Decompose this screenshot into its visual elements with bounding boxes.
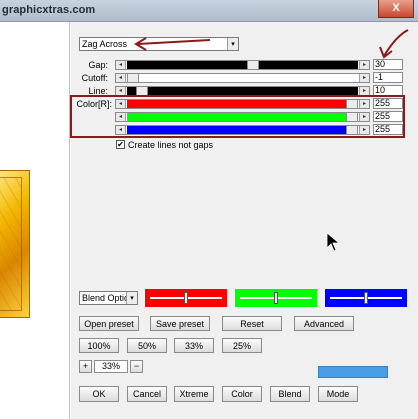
gap-label: Gap: [88, 60, 108, 70]
blue-slider-fill [127, 126, 358, 134]
cutoff-value-field[interactable]: -1 [373, 72, 403, 83]
green-slider[interactable]: ◂ ▸ [115, 112, 370, 122]
slider-left-arrow-icon[interactable]: ◂ [116, 100, 126, 108]
slider-right-arrow-icon[interactable]: ▸ [359, 126, 369, 134]
slider-left-arrow-icon[interactable]: ◂ [116, 61, 126, 69]
open-preset-button[interactable]: Open preset [79, 316, 139, 331]
preview-pane[interactable] [0, 22, 70, 419]
color-r-label: Color[R]: [76, 99, 112, 109]
line-slider-fill [127, 87, 358, 95]
mode-select[interactable]: Zag Across ▾ [79, 37, 239, 51]
create-lines-label: Create lines not gaps [128, 140, 214, 150]
swatch-thumb[interactable] [184, 292, 188, 304]
mode-button[interactable]: Mode [318, 386, 358, 402]
green-slider-thumb[interactable] [346, 112, 358, 122]
gap-slider-thumb[interactable] [247, 60, 260, 70]
preview-image [0, 170, 30, 318]
window-title: graphicxtras.com [2, 4, 96, 16]
reset-button[interactable]: Reset [222, 316, 282, 331]
xtreme-button[interactable]: Xtreme [174, 386, 214, 402]
swatch-thumb[interactable] [274, 292, 278, 304]
slider-right-arrow-icon[interactable]: ▸ [359, 87, 369, 95]
green-slider-fill [127, 113, 358, 121]
cutoff-slider-thumb[interactable] [127, 73, 139, 83]
cancel-button[interactable]: Cancel [127, 386, 167, 402]
cutoff-slider[interactable]: ◂ ▸ [115, 73, 370, 83]
green-value-field[interactable]: 255 [373, 111, 403, 122]
blue-slider-thumb[interactable] [346, 125, 358, 135]
mode-select-value: Zag Across [82, 39, 128, 49]
blend-select-value: Blend Optio [82, 293, 130, 303]
create-lines-checkbox[interactable]: ✔ [116, 140, 125, 149]
close-button[interactable]: X [378, 0, 414, 18]
preview-pattern [0, 177, 22, 311]
chevron-down-icon: ▾ [126, 292, 137, 304]
slider-right-arrow-icon[interactable]: ▸ [359, 61, 369, 69]
red-value-field[interactable]: 255 [373, 98, 403, 109]
zoom-level-field[interactable]: 33% [94, 360, 128, 373]
gap-slider[interactable]: ◂ ▸ [115, 60, 370, 70]
mouse-pointer-icon [326, 232, 340, 252]
slider-left-arrow-icon[interactable]: ◂ [116, 87, 126, 95]
slider-left-arrow-icon[interactable]: ◂ [116, 113, 126, 121]
red-slider-thumb[interactable] [346, 99, 358, 109]
zoom-50-button[interactable]: 50% [127, 338, 167, 353]
advanced-button[interactable]: Advanced [294, 316, 354, 331]
zoom-in-button[interactable]: + [79, 360, 92, 373]
save-preset-button[interactable]: Save preset [150, 316, 210, 331]
slider-right-arrow-icon[interactable]: ▸ [359, 74, 369, 82]
red-slider[interactable]: ◂ ▸ [115, 99, 370, 109]
slider-left-arrow-icon[interactable]: ◂ [116, 74, 126, 82]
slider-right-arrow-icon[interactable]: ▸ [359, 100, 369, 108]
zoom-25-button[interactable]: 25% [222, 338, 262, 353]
gap-slider-fill [127, 61, 358, 69]
color-button[interactable]: Color [222, 386, 262, 402]
blue-swatch-slider[interactable] [325, 289, 407, 307]
slider-left-arrow-icon[interactable]: ◂ [116, 126, 126, 134]
blue-value-field[interactable]: 255 [373, 124, 403, 135]
green-swatch-slider[interactable] [235, 289, 317, 307]
slider-right-arrow-icon[interactable]: ▸ [359, 113, 369, 121]
blue-slider[interactable]: ◂ ▸ [115, 125, 370, 135]
progress-bar [318, 366, 388, 378]
swatch-thumb[interactable] [364, 292, 368, 304]
chevron-down-icon: ▾ [227, 38, 238, 50]
zoom-100-button[interactable]: 100% [79, 338, 119, 353]
blend-button[interactable]: Blend [270, 386, 310, 402]
gap-value-field[interactable]: 30 [373, 59, 403, 70]
ok-button[interactable]: OK [79, 386, 119, 402]
cutoff-label: Cutoff: [81, 73, 108, 83]
zoom-33-button[interactable]: 33% [174, 338, 214, 353]
title-bar: graphicxtras.com X [0, 0, 418, 22]
red-slider-fill [127, 100, 358, 108]
red-swatch-slider[interactable] [145, 289, 227, 307]
blend-select[interactable]: Blend Optio ▾ [79, 291, 138, 305]
zoom-out-button[interactable]: − [130, 360, 143, 373]
